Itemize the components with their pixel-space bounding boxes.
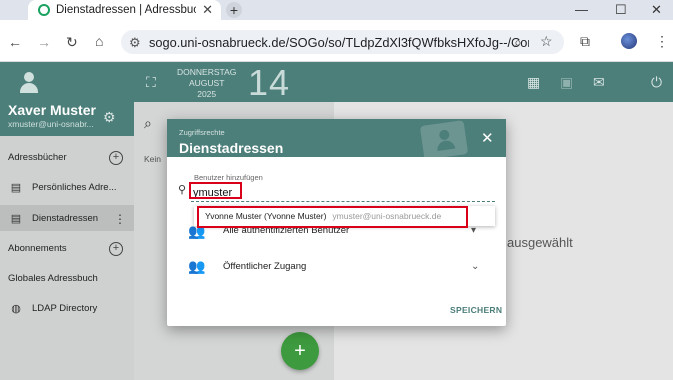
dialog-subtitle: Zugriffsrechte <box>179 128 225 137</box>
search-icon[interactable]: ⌕ <box>144 115 152 132</box>
tab-title: Dienstadressen | Adressbuch | S <box>56 4 196 16</box>
calendar-icon[interactable]: ▦ <box>527 74 540 91</box>
site-favicon-icon <box>38 4 50 16</box>
sidebar-item-ldap[interactable]: ◍ LDAP Directory <box>0 295 134 321</box>
dialog-title: Dienstadressen <box>179 140 284 156</box>
chevron-down-icon[interactable]: ▾ <box>471 225 476 236</box>
globe-icon: ◍ <box>11 302 21 315</box>
dialog-header: Zugriffsrechte Dienstadressen ✕ <box>167 119 506 157</box>
addressbook-icon: ▤ <box>10 181 22 194</box>
profile-avatar[interactable] <box>621 33 637 49</box>
sidebar-item-label: LDAP Directory <box>32 302 98 314</box>
sidebar-item-personal[interactable]: ▤ Persönliches Adre... <box>0 174 134 200</box>
top-bar: ⛶ DONNERSTAG AUGUST 2025 14 ▦ ▣ ✉ ⏻ <box>134 62 673 103</box>
url-text: sogo.uni-osnabrueck.de/SOGo/so/TLdpZdXl3… <box>149 34 529 50</box>
user-name: Xaver Muster <box>8 102 96 118</box>
dialog-close-icon[interactable]: ✕ <box>481 129 494 147</box>
mail-icon[interactable]: ✉ <box>593 74 605 91</box>
date-block: DONNERSTAG AUGUST 2025 <box>177 67 236 100</box>
maximize-icon[interactable]: ☐ <box>615 3 627 16</box>
extensions-icon[interactable]: ⧉ <box>580 34 590 48</box>
addressbook-card-icon <box>419 120 469 157</box>
add-contact-fab-button[interactable]: + <box>281 332 319 370</box>
user-search-icon: ⚲ <box>178 184 187 196</box>
date-month: AUGUST <box>188 78 225 88</box>
addressbook-icon: ▤ <box>10 212 22 225</box>
browser-tab-bar: Dienstadressen | Adressbuch | S ✕ + — ☐ … <box>0 0 673 20</box>
user-header: Xaver Muster xmuster@uni-osnabr... ⚙ <box>0 62 134 136</box>
sidebar-item-label: Persönliches Adre... <box>32 181 117 193</box>
more-vert-icon[interactable]: ⋮ <box>114 212 126 226</box>
empty-list-text: Kein <box>144 154 162 164</box>
browser-tab[interactable]: Dienstadressen | Adressbuch | S ✕ <box>28 0 221 20</box>
save-button[interactable]: SPEICHERN <box>450 305 502 315</box>
forward-icon[interactable]: → <box>37 35 51 49</box>
input-highlight-box <box>189 182 242 199</box>
group-icon: 👥 <box>188 258 206 274</box>
new-tab-icon[interactable]: + <box>226 2 242 18</box>
suggestion-highlight-box <box>197 206 468 228</box>
addressbooks-header: Adressbücher <box>8 152 67 163</box>
window-close-icon[interactable]: ✕ <box>651 3 662 16</box>
site-info-icon[interactable]: ⚙ <box>129 35 141 51</box>
date-weekday: DONNERSTAG <box>177 67 237 77</box>
bookmark-star-icon[interactable]: ☆ <box>540 34 553 48</box>
add-user-label: Benutzer hinzufügen <box>194 173 263 182</box>
user-email: xmuster@uni-osnabr... <box>8 119 94 129</box>
subscriptions-header: Abonnements <box>8 243 67 254</box>
contacts-icon[interactable]: ▣ <box>560 74 573 91</box>
fullscreen-icon[interactable]: ⛶ <box>146 74 156 91</box>
browser-menu-icon[interactable]: ⋮ <box>655 34 669 48</box>
logout-power-icon[interactable]: ⏻ <box>651 74 662 91</box>
back-icon[interactable]: ← <box>8 35 22 49</box>
date-day: 14 <box>248 62 291 103</box>
home-icon[interactable]: ⌂ <box>95 34 103 48</box>
user-avatar-icon <box>19 72 39 94</box>
tab-close-icon[interactable]: ✕ <box>202 2 213 18</box>
settings-gear-icon[interactable]: ⚙ <box>103 109 116 126</box>
public-access-row[interactable]: Öffentlicher Zugang <box>223 261 306 272</box>
address-bar[interactable]: ⚙ sogo.uni-osnabrueck.de/SOGo/so/TLdpZdX… <box>121 30 564 54</box>
acl-dialog: Zugriffsrechte Dienstadressen ✕ Benutzer… <box>167 119 506 326</box>
add-subscription-icon[interactable]: + <box>109 242 123 256</box>
add-addressbook-icon[interactable]: + <box>109 151 123 165</box>
chevron-down-icon[interactable]: ⌄ <box>471 261 479 272</box>
browser-toolbar: ← → ↻ ⌂ ⚙ sogo.uni-osnabrueck.de/SOGo/so… <box>0 20 673 62</box>
global-addressbook-header: Globales Adressbuch <box>8 273 98 284</box>
sidebar: Xaver Muster xmuster@uni-osnabr... ⚙ Adr… <box>0 62 134 380</box>
detail-empty-message: ausgewählt <box>507 235 573 250</box>
reload-icon[interactable]: ↻ <box>66 35 78 49</box>
zoom-icon[interactable]: ⌕ <box>514 35 522 49</box>
minimize-icon[interactable]: — <box>575 3 588 16</box>
sidebar-item-label: Dienstadressen <box>32 212 99 224</box>
date-year: 2025 <box>197 89 217 99</box>
